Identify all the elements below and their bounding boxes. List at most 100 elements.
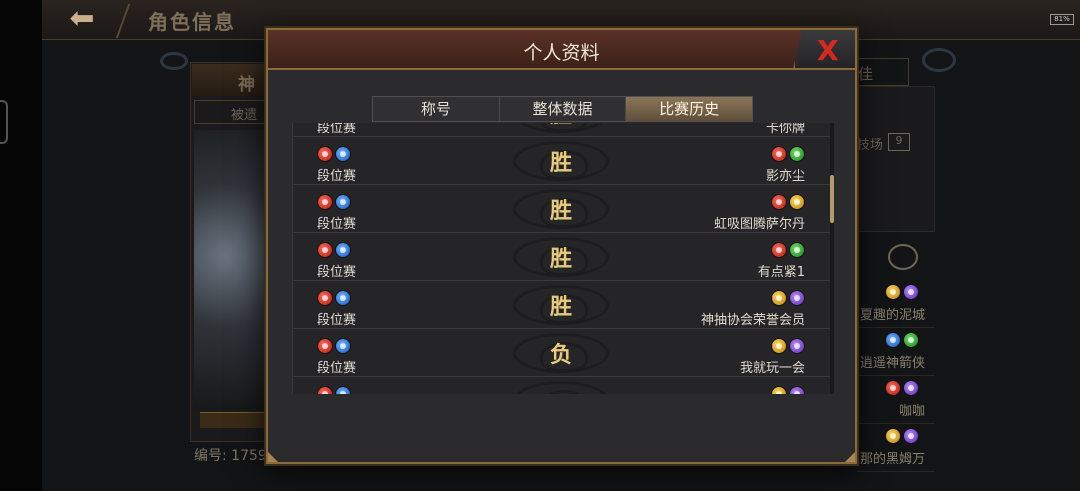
my-class-icons <box>317 242 351 258</box>
gold-class-icon <box>885 284 901 300</box>
match-row[interactable]: 段位赛 胜 卡你牌 <box>293 123 830 137</box>
match-row[interactable]: 段位赛 负我就玩一会 <box>293 329 830 377</box>
blue-class-icon <box>335 146 351 162</box>
eye-icon[interactable] <box>888 244 918 270</box>
match-row[interactable]: 段位赛 胜神抽协会荣誉会员 <box>293 281 830 329</box>
match-result: 胜 <box>549 246 572 272</box>
match-result: 胜 <box>531 123 591 129</box>
match-row[interactable]: 段位赛 胜虹吸图腾萨尔丹 <box>293 185 830 233</box>
match-history-list[interactable]: 段位赛胜卡你牌段位赛胜影亦尘段位赛胜虹吸图腾萨尔丹段位赛胜有点紧1段位赛胜神抽协… <box>292 123 830 394</box>
dialog-header: 个人资料 <box>268 30 855 70</box>
blue-class-icon <box>335 386 351 394</box>
arena-label: 技场 <box>857 138 884 153</box>
camera-notch <box>0 100 8 144</box>
my-class-icons <box>317 290 351 306</box>
purple-class-icon <box>789 386 805 394</box>
blue-class-icon <box>335 290 351 306</box>
opponent-class-icons <box>771 338 805 354</box>
match-mode: 段位赛 <box>317 265 357 280</box>
tab-overall-stats[interactable]: 整体数据 <box>499 97 627 121</box>
red-class-icon <box>317 194 333 210</box>
my-class-icons <box>317 194 351 210</box>
red-class-icon <box>317 242 333 258</box>
opponent-name: 卡你牌 <box>765 123 805 136</box>
gold-class-icon <box>789 194 805 210</box>
red-class-icon <box>317 338 333 354</box>
tab-match-history[interactable]: 比赛历史 <box>626 97 753 121</box>
purple-class-icon <box>789 338 805 354</box>
opponent-name: 影亦尘 <box>765 169 805 184</box>
corner-ornament <box>268 452 278 462</box>
purple-class-icon <box>903 428 919 444</box>
scrollbar-track[interactable] <box>830 123 834 394</box>
my-class-icons <box>317 146 351 162</box>
green-class-icon <box>903 332 919 348</box>
opponent-class-icons <box>771 146 805 162</box>
player-id: 编号: 1759 <box>194 448 267 464</box>
recent-opponents-list: 夏趣的泥城逍遥神箭侠咖咖那的黑姆万 <box>857 280 935 472</box>
gold-class-icon <box>885 428 901 444</box>
red-class-icon <box>885 380 901 396</box>
opponent-name: 虹吸图腾萨尔丹 <box>713 217 805 232</box>
match-mode: 段位赛 <box>317 361 357 376</box>
red-class-icon <box>771 194 787 210</box>
character-tab[interactable]: 神 <box>192 64 272 96</box>
match-result: 胜 <box>549 294 572 320</box>
list-item[interactable]: 咖咖 <box>857 376 935 424</box>
character-portrait <box>194 130 272 410</box>
tab-titles[interactable]: 称号 <box>373 97 500 121</box>
match-result: 胜 <box>549 150 572 176</box>
red-class-icon <box>317 290 333 306</box>
arena-count-badge: 9 <box>888 133 910 151</box>
purple-class-icon <box>903 284 919 300</box>
list-item-name: 夏趣的泥城 <box>859 308 925 323</box>
stats-panel <box>857 86 935 232</box>
green-class-icon <box>789 146 805 162</box>
green-class-icon <box>789 242 805 258</box>
profile-dialog: 个人资料 X 称号 整体数据 比赛历史 段位赛胜卡你牌段位赛胜影亦尘段位赛胜虹吸… <box>266 28 857 464</box>
game-screen: ⬅ 角色信息 81% 神 被遗 编号: 1759 佳 技场 9 夏趣的泥城 逍遥神… <box>0 0 1080 491</box>
opponent-name: 神抽协会荣誉会员 <box>700 313 805 328</box>
red-class-icon <box>771 242 787 258</box>
list-item[interactable]: 那的黑姆万 <box>857 424 935 472</box>
scrollbar-thumb[interactable] <box>830 175 834 223</box>
screen-bezel <box>0 0 42 491</box>
match-result: 胜 <box>549 198 572 224</box>
battery-indicator: 81% <box>1050 14 1074 25</box>
dialog-title: 个人资料 <box>523 42 600 64</box>
gold-class-icon <box>771 386 787 394</box>
purple-class-icon <box>903 380 919 396</box>
profile-tabs: 称号 整体数据 比赛历史 <box>372 96 753 122</box>
match-mode: 段位赛 <box>317 217 357 232</box>
blue-class-icon <box>335 194 351 210</box>
opponent-class-icons <box>771 194 805 210</box>
list-item-name: 那的黑姆万 <box>859 452 925 467</box>
blue-class-icon <box>335 242 351 258</box>
red-class-icon <box>317 146 333 162</box>
emblem-icon <box>513 381 609 394</box>
ring-decoration-icon <box>160 52 188 70</box>
close-button[interactable]: X <box>793 28 857 70</box>
blue-class-icon <box>885 332 901 348</box>
opponent-class-icons <box>771 242 805 258</box>
best-button[interactable]: 佳 <box>855 58 909 86</box>
my-class-icons <box>317 386 351 394</box>
match-row[interactable]: 段位赛 胜有点紧1 <box>293 233 830 281</box>
match-row[interactable] <box>293 377 830 394</box>
match-row[interactable]: 段位赛 胜影亦尘 <box>293 137 830 185</box>
match-result: 负 <box>549 342 572 368</box>
corner-ornament <box>845 452 855 462</box>
list-item[interactable]: 夏趣的泥城 <box>857 280 935 328</box>
red-class-icon <box>771 146 787 162</box>
character-subtitle: 被遗 <box>194 100 274 124</box>
opponent-name: 有点紧1 <box>757 265 805 280</box>
list-item-name: 咖咖 <box>898 404 925 419</box>
list-item-name: 逍遥神箭侠 <box>859 356 925 371</box>
red-class-icon <box>317 386 333 394</box>
my-class-icons <box>317 338 351 354</box>
purple-class-icon <box>789 290 805 306</box>
match-mode: 段位赛 <box>317 169 357 184</box>
gold-class-icon <box>771 290 787 306</box>
list-item[interactable]: 逍遥神箭侠 <box>857 328 935 376</box>
back-arrow-icon[interactable]: ⬅ <box>50 2 114 38</box>
